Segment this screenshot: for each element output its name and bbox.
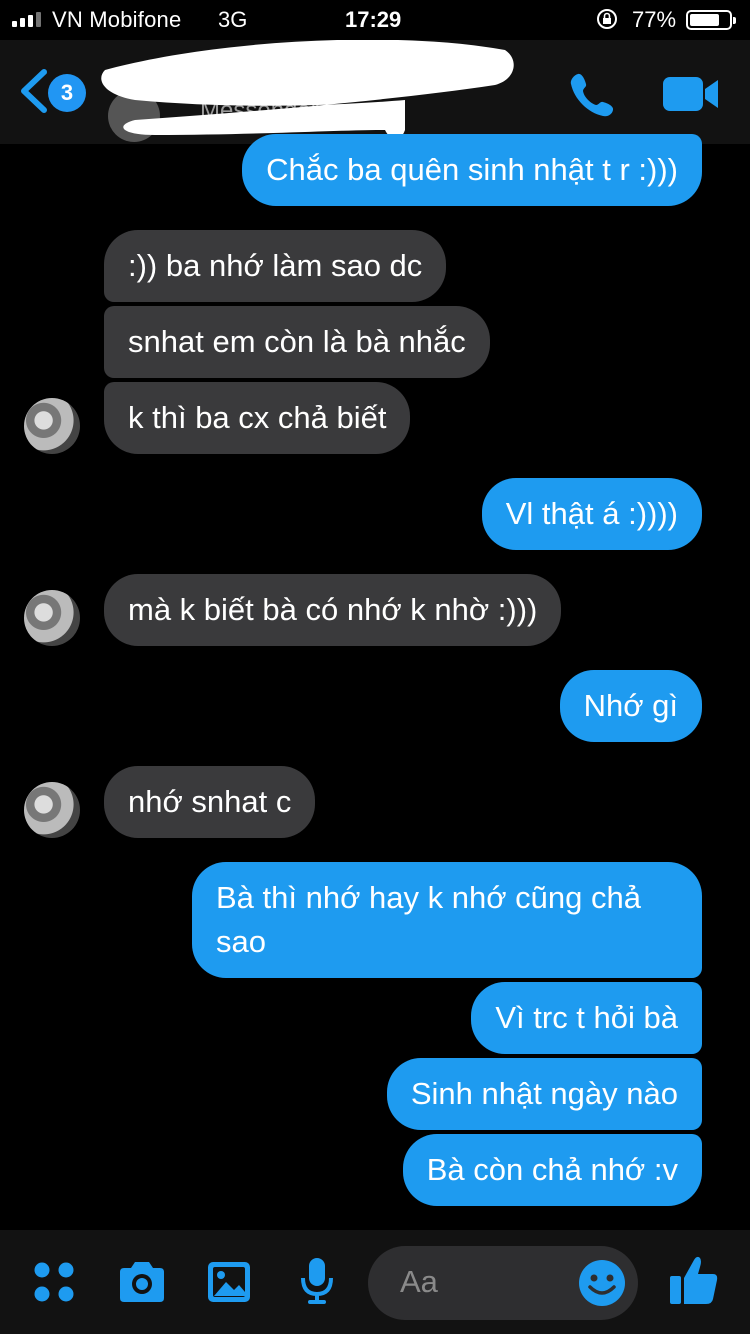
status-bar: VN Mobifone 3G 17:29 77% <box>0 0 750 40</box>
message-bubble-incoming[interactable]: snhat em còn là bà nhắc <box>104 306 490 378</box>
apps-grid-icon[interactable] <box>32 1260 76 1304</box>
message-bubble-outgoing[interactable]: Bà thì nhớ hay k nhớ cũng chả sao <box>192 862 702 978</box>
message-bubble-outgoing[interactable]: Chắc ba quên sinh nhật t r :))) <box>242 134 702 206</box>
microphone-icon[interactable] <box>300 1256 334 1306</box>
unread-count-badge[interactable]: 3 <box>48 74 86 112</box>
status-time: 17:29 <box>345 7 402 32</box>
photo-gallery-icon[interactable] <box>206 1260 252 1304</box>
thumbs-up-icon[interactable] <box>668 1254 720 1306</box>
message-input[interactable]: Aa <box>368 1246 638 1320</box>
message-bubble-incoming[interactable]: :)) ba nhớ làm sao dc <box>104 230 447 302</box>
message-bubble-incoming[interactable]: k thì ba cx chả biết <box>104 382 411 454</box>
composer-bar: Aa <box>0 1230 750 1334</box>
video-call-icon[interactable] <box>662 74 720 114</box>
conversation-header: 3 Messenger <box>0 40 750 144</box>
message-bubble-outgoing[interactable]: Vì trc t hỏi bà <box>471 982 702 1054</box>
carrier-name: VN Mobifone <box>52 7 182 32</box>
phone-call-icon[interactable] <box>568 70 618 120</box>
message-bubble-outgoing[interactable]: Sinh nhật ngày nào <box>386 1058 702 1130</box>
battery-icon <box>686 10 736 30</box>
network-type: 3G <box>218 7 248 32</box>
message-bubble-incoming[interactable]: nhớ snhat c <box>104 766 316 838</box>
emoji-icon[interactable] <box>578 1259 626 1307</box>
message-input-placeholder: Aa <box>400 1264 438 1299</box>
orientation-lock-icon <box>597 9 617 29</box>
sender-avatar[interactable] <box>24 398 80 454</box>
message-bubble-outgoing[interactable]: Vl thật á :)))) <box>481 478 702 550</box>
camera-icon[interactable] <box>116 1260 168 1304</box>
sender-avatar[interactable] <box>24 590 80 646</box>
sender-avatar[interactable] <box>24 782 80 838</box>
signal-strength-icon <box>12 11 41 27</box>
battery-percent: 77% <box>632 7 677 32</box>
message-bubble-outgoing[interactable]: Bà còn chả nhớ :v <box>402 1134 702 1206</box>
message-bubble-incoming[interactable]: mà k biết bà có nhớ k nhờ :))) <box>104 574 562 646</box>
redaction-scribble <box>101 40 514 139</box>
message-bubble-outgoing[interactable]: Nhớ gì <box>559 670 702 742</box>
back-chevron-icon[interactable] <box>18 68 48 114</box>
